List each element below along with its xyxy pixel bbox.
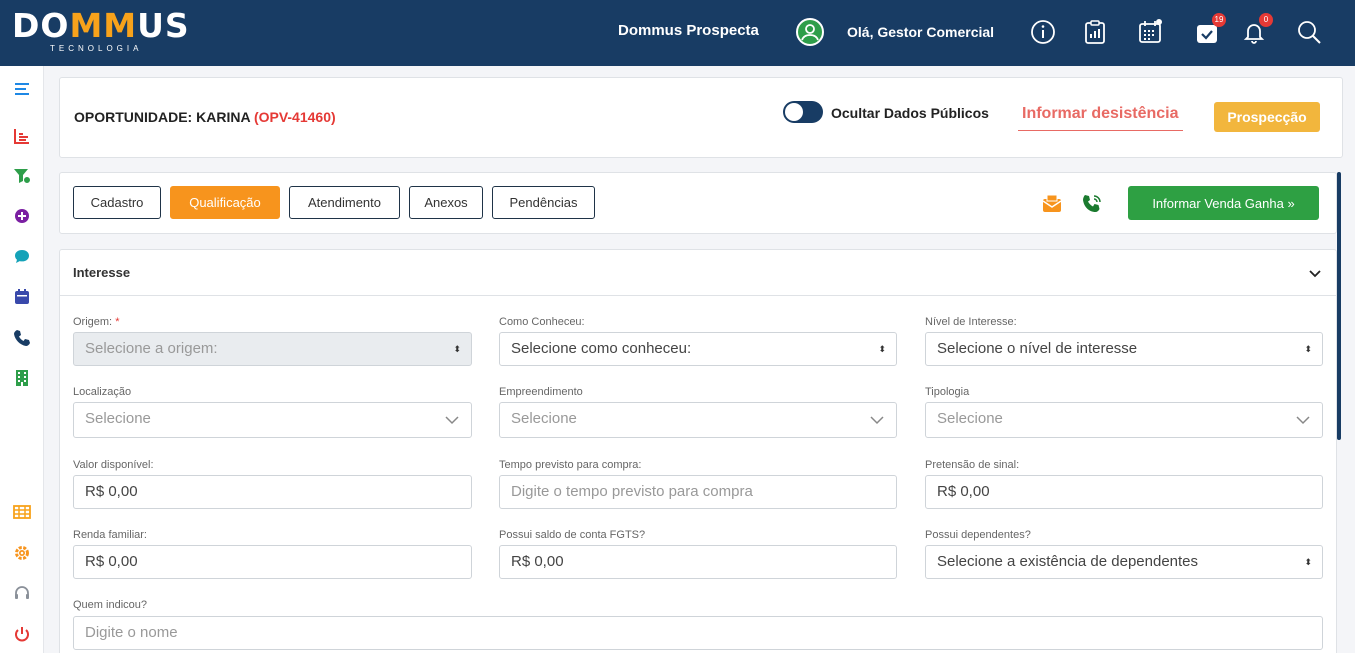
tab-pendencias[interactable]: Pendências — [492, 186, 595, 219]
logo-subtitle: TECNOLOGIA — [50, 44, 143, 53]
hide-public-data-label: Ocultar Dados Públicos — [831, 105, 989, 121]
dependentes-placeholder: Selecione a existência de dependentes — [937, 553, 1199, 570]
chat-icon[interactable] — [13, 248, 31, 266]
localizacao-label: Localização — [73, 386, 132, 398]
chevron-down-icon — [445, 416, 459, 425]
chevron-down-icon — [1296, 416, 1310, 425]
report-won-sale-button[interactable]: Informar Venda Ganha » — [1128, 186, 1319, 220]
user-greeting[interactable]: Olá, Gestor Comercial — [847, 24, 994, 40]
funnel-icon[interactable] — [13, 167, 31, 185]
origem-label: Origem: * — [73, 316, 119, 328]
localizacao-placeholder: Selecione — [85, 410, 151, 427]
logo-wordmark: DOMMUS — [12, 8, 190, 44]
tempo-compra-input[interactable]: Digite o tempo previsto para compra — [499, 475, 897, 509]
interest-section-header[interactable]: Interesse — [60, 250, 1336, 296]
logo-part-accent: MM — [69, 6, 138, 45]
tempo-compra-label: Tempo previsto para compra: — [499, 459, 642, 471]
task-check-icon[interactable]: 19 — [1194, 13, 1226, 45]
stage-badge[interactable]: Prospecção — [1214, 102, 1320, 132]
tab-qualificacao[interactable]: Qualificação — [170, 186, 280, 219]
empreendimento-select[interactable]: Selecione — [499, 402, 897, 438]
table-grid-icon[interactable] — [13, 503, 31, 521]
opportunity-name: OPORTUNIDADE: KARINA — [74, 109, 251, 125]
select-caret-icon: ⬍ — [453, 344, 461, 354]
pretensao-sinal-label: Pretensão de sinal: — [925, 459, 1020, 471]
tab-anexos[interactable]: Anexos — [409, 186, 483, 219]
clipboard-chart-icon[interactable] — [1082, 19, 1108, 45]
user-icon — [801, 24, 819, 41]
origem-select[interactable]: Selecione a origem: ⬍ — [73, 332, 472, 366]
renda-familiar-label: Renda familiar: — [73, 529, 147, 541]
valor-disponivel-label: Valor disponível: — [73, 459, 154, 471]
bar-chart-icon[interactable] — [13, 127, 31, 145]
dependentes-select[interactable]: Selecione a existência de dependentes ⬍ — [925, 545, 1323, 579]
email-icon[interactable] — [1041, 193, 1063, 215]
fgts-input[interactable]: R$ 0,00 — [499, 545, 897, 579]
renda-familiar-input[interactable]: R$ 0,00 — [73, 545, 472, 579]
origem-label-text: Origem: — [73, 316, 113, 328]
menu-icon[interactable] — [13, 80, 31, 98]
como-conheceu-select[interactable]: Selecione como conheceu: ⬍ — [499, 332, 897, 366]
quem-indicou-input[interactable]: Digite o nome — [73, 616, 1323, 650]
logo-part: DO — [12, 6, 70, 45]
power-icon[interactable] — [13, 625, 31, 643]
tab-cadastro[interactable]: Cadastro — [73, 186, 161, 219]
nivel-interesse-select[interactable]: Selecione o nível de interesse ⬍ — [925, 332, 1323, 366]
select-caret-icon: ⬍ — [878, 344, 886, 354]
tab-atendimento[interactable]: Atendimento — [289, 186, 400, 219]
fgts-label: Possui saldo de conta FGTS? — [499, 529, 646, 541]
origem-placeholder: Selecione a origem: — [85, 340, 218, 357]
chevron-down-icon[interactable] — [1308, 266, 1322, 280]
localizacao-select[interactable]: Selecione — [73, 402, 472, 438]
app-name: Dommus Prospecta — [618, 22, 759, 39]
info-icon[interactable] — [1030, 19, 1056, 45]
building-icon[interactable] — [13, 369, 31, 387]
user-avatar[interactable] — [796, 18, 824, 46]
como-conheceu-label: Como Conheceu: — [499, 316, 585, 328]
add-circle-icon[interactable] — [13, 207, 31, 225]
opportunity-title: OPORTUNIDADE: KARINA (OPV-41460) — [74, 109, 336, 125]
section-title: Interesse — [73, 265, 131, 280]
scrollbar[interactable] — [1337, 172, 1341, 440]
sidebar — [0, 66, 44, 653]
tasks-badge: 19 — [1212, 13, 1226, 27]
dependentes-label: Possui dependentes? — [925, 529, 1031, 541]
empreendimento-label: Empreendimento — [499, 386, 583, 398]
gear-icon[interactable] — [13, 544, 31, 562]
interest-section: Interesse Origem: * Selecione a origem: ⬍… — [59, 249, 1337, 653]
headset-icon[interactable] — [13, 584, 31, 602]
chevron-down-icon — [870, 416, 884, 425]
tabs-card: Cadastro Qualificação Atendimento Anexos… — [59, 172, 1337, 234]
phone-icon[interactable] — [13, 329, 31, 347]
required-marker: * — [115, 316, 120, 328]
valor-disponivel-input[interactable]: R$ 0,00 — [73, 475, 472, 509]
opportunity-header-card: OPORTUNIDADE: KARINA (OPV-41460) Ocultar… — [59, 77, 1343, 158]
top-header: DOMMUS TECNOLOGIA Dommus Prospecta Olá, … — [0, 0, 1355, 66]
report-withdrawal-button[interactable]: Informar desistência — [1018, 105, 1183, 131]
tipologia-select[interactable]: Selecione — [925, 402, 1323, 438]
notifications-badge: 0 — [1259, 13, 1273, 27]
pretensao-sinal-input[interactable]: R$ 0,00 — [925, 475, 1323, 509]
dommus-logo[interactable]: DOMMUS TECNOLOGIA — [12, 8, 190, 54]
empreendimento-placeholder: Selecione — [511, 410, 577, 427]
hide-public-data-toggle[interactable] — [783, 101, 823, 123]
tipologia-label: Tipologia — [925, 386, 970, 398]
bell-icon[interactable]: 0 — [1241, 13, 1273, 45]
phone-call-icon[interactable] — [1081, 193, 1103, 215]
calendar-small-icon[interactable] — [13, 288, 31, 306]
calendar-icon[interactable] — [1137, 19, 1163, 45]
quem-indicou-label: Quem indicou? — [73, 599, 147, 611]
nivel-interesse-placeholder: Selecione o nível de interesse — [937, 340, 1138, 357]
select-caret-icon: ⬍ — [1304, 344, 1312, 354]
search-icon[interactable] — [1296, 19, 1322, 45]
logo-part: US — [137, 6, 190, 45]
como-conheceu-placeholder: Selecione como conheceu: — [511, 340, 692, 357]
opportunity-code: (OPV-41460) — [253, 109, 336, 125]
select-caret-icon: ⬍ — [1304, 557, 1312, 567]
nivel-interesse-label: Nível de Interesse: — [925, 316, 1017, 328]
tipologia-placeholder: Selecione — [937, 410, 1003, 427]
